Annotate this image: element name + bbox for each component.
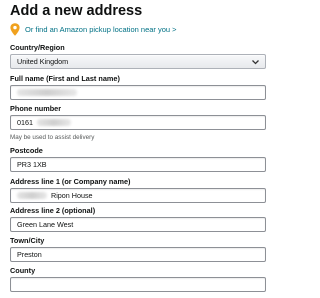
country-value: United Kingdom (17, 57, 69, 66)
full-name-label: Full name (First and Last name) (10, 74, 120, 83)
county-label: County (10, 266, 36, 275)
town-label: Town/City (10, 236, 45, 245)
pickup-location-row[interactable]: Or find an Amazon pickup location near y… (10, 22, 177, 36)
town-value: Preston (17, 250, 42, 259)
address2-value: Green Lane West (17, 220, 74, 229)
add-address-form: Add a new address Or find an Amazon pick… (0, 0, 300, 298)
country-select[interactable]: United Kingdom (10, 54, 266, 69)
country-label: Country/Region (10, 43, 65, 52)
page-title: Add a new address (10, 3, 143, 19)
town-input[interactable]: Preston (10, 247, 266, 262)
postcode-value: PR3 1XB (17, 160, 47, 169)
postcode-input[interactable]: PR3 1XB (10, 157, 266, 172)
location-pin-icon (10, 22, 20, 36)
redacted-house-number (17, 192, 47, 199)
redacted-phone (37, 119, 71, 126)
address2-input[interactable]: Green Lane West (10, 217, 266, 232)
phone-label: Phone number (10, 104, 62, 113)
county-input[interactable] (10, 277, 266, 292)
pickup-location-link[interactable]: Or find an Amazon pickup location near y… (25, 25, 177, 34)
full-name-input[interactable] (10, 85, 266, 100)
postcode-label: Postcode (10, 146, 43, 155)
redacted-name (17, 89, 77, 96)
address2-label: Address line 2 (optional) (10, 206, 96, 215)
address1-input[interactable]: Ripon House (10, 188, 266, 203)
address1-value: Ripon House (51, 191, 93, 200)
phone-value: 0161 (17, 118, 33, 127)
chevron-down-icon (252, 60, 259, 65)
phone-hint: May be used to assist delivery (10, 134, 95, 141)
address1-label: Address line 1 (or Company name) (10, 177, 131, 186)
phone-input[interactable]: 0161 (10, 115, 266, 130)
